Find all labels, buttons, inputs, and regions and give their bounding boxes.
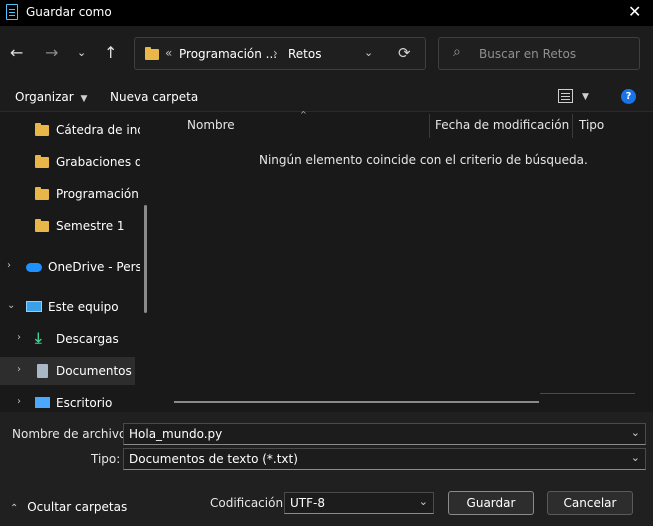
sidebar-item-catedra[interactable]: Cátedra de indu: [0, 116, 140, 144]
search-icon: ⌕: [453, 44, 461, 60]
folder-icon: [35, 155, 49, 168]
folder-icon: [35, 123, 49, 136]
address-bar[interactable]: « Programación ... › Retos ⌄ ⟳: [134, 37, 426, 70]
horizontal-scrollbar[interactable]: [174, 401, 539, 403]
chevron-right-icon[interactable]: ›: [17, 396, 21, 407]
chevron-right-icon[interactable]: ›: [17, 332, 21, 343]
sidebar-item-grabaciones[interactable]: Grabaciones de: [0, 148, 140, 176]
chevron-down-icon[interactable]: ⌄: [631, 451, 640, 464]
sidebar-item-label: Cátedra de indu: [56, 123, 140, 137]
address-dropdown-icon[interactable]: ⌄: [364, 46, 373, 59]
forward-arrow-icon[interactable]: →: [45, 43, 58, 62]
back-arrow-icon[interactable]: ←: [10, 43, 23, 62]
type-label: Tipo:: [91, 452, 121, 466]
filename-label: Nombre de archivo:: [12, 427, 131, 441]
sidebar-item-label: Semestre 1: [56, 219, 125, 233]
sidebar-scrollbar[interactable]: [144, 205, 147, 313]
view-options-icon[interactable]: [558, 89, 573, 103]
breadcrumb-programacion[interactable]: Programación ...: [179, 47, 277, 61]
help-icon[interactable]: ?: [621, 89, 636, 104]
hide-folders-label: Ocultar carpetas: [27, 500, 128, 514]
chevron-up-icon: ⌃: [10, 503, 19, 514]
notepad-icon: [6, 4, 18, 20]
document-icon: [37, 364, 48, 378]
organize-button[interactable]: Organizar ▼: [15, 90, 87, 104]
sidebar-item-label: Programación d: [56, 187, 140, 201]
breadcrumb-separator: ›: [273, 46, 278, 60]
sidebar-item-label: Este equipo: [48, 300, 119, 314]
recent-locations-chevron-icon[interactable]: ⌄: [77, 46, 86, 59]
empty-results-message: Ningún elemento coincide con el criterio…: [259, 153, 588, 167]
folder-icon: [35, 219, 49, 232]
address-overflow-chevron[interactable]: «: [165, 46, 172, 60]
sidebar-item-label: Descargas: [56, 332, 119, 346]
up-arrow-icon[interactable]: ↑: [104, 43, 117, 62]
search-box[interactable]: ⌕ Buscar en Retos: [438, 37, 640, 70]
new-folder-button[interactable]: Nueva carpeta: [110, 90, 198, 104]
filename-value: Hola_mundo.py: [129, 427, 223, 441]
breadcrumb-retos[interactable]: Retos: [288, 47, 321, 61]
computer-icon: [26, 301, 42, 312]
cancel-button[interactable]: Cancelar: [547, 491, 633, 515]
refresh-icon[interactable]: ⟳: [398, 44, 411, 62]
encoding-label: Codificación:: [210, 496, 288, 510]
column-divider[interactable]: [429, 114, 430, 138]
view-dropdown-icon[interactable]: ▼: [582, 92, 589, 102]
caret-down-icon: ▼: [80, 94, 88, 104]
folder-icon: [35, 187, 49, 200]
sidebar-item-label: Grabaciones de: [56, 155, 140, 169]
column-header-date[interactable]: Fecha de modificación: [435, 118, 569, 132]
chevron-right-icon[interactable]: ›: [17, 364, 21, 375]
sidebar-item-semestre[interactable]: Semestre 1: [0, 212, 140, 240]
close-icon[interactable]: ✕: [628, 2, 641, 21]
type-select[interactable]: Documentos de texto (*.txt) ⌄: [123, 448, 646, 470]
sort-ascending-icon: ^: [300, 110, 307, 119]
command-bar: [0, 82, 653, 112]
sidebar-item-label: Escritorio: [56, 396, 113, 410]
sidebar-item-descargas[interactable]: › ⤓ Descargas: [0, 325, 140, 353]
download-icon: ⤓: [35, 329, 42, 347]
column-header-name[interactable]: Nombre: [187, 118, 235, 132]
chevron-right-icon[interactable]: ›: [7, 260, 11, 271]
list-divider: [540, 393, 635, 394]
sidebar-item-label: Documentos: [56, 364, 132, 378]
filename-input[interactable]: Hola_mundo.py ⌄: [123, 423, 646, 445]
cloud-icon: [26, 263, 42, 272]
sidebar-item-este-equipo[interactable]: ⌄ Este equipo: [0, 293, 140, 321]
navigation-pane: Cátedra de indu Grabaciones de Programac…: [0, 112, 157, 412]
sidebar-item-escritorio[interactable]: › Escritorio: [0, 389, 140, 412]
organize-label: Organizar: [15, 90, 74, 104]
column-divider[interactable]: [572, 114, 573, 138]
save-button[interactable]: Guardar: [448, 491, 534, 515]
chevron-down-icon[interactable]: ⌄: [631, 426, 640, 439]
sidebar-item-documentos[interactable]: › Documentos: [0, 357, 135, 385]
chevron-down-icon[interactable]: ⌄: [419, 495, 428, 508]
encoding-select[interactable]: UTF-8 ⌄: [284, 492, 434, 514]
hide-folders-button[interactable]: ⌃ Ocultar carpetas: [10, 500, 127, 514]
search-input[interactable]: Buscar en Retos: [479, 47, 576, 61]
type-value: Documentos de texto (*.txt): [129, 452, 298, 466]
column-header-type[interactable]: Tipo: [579, 118, 604, 132]
window-title: Guardar como: [26, 5, 112, 19]
folder-icon: [145, 47, 159, 60]
sidebar-item-onedrive[interactable]: › OneDrive - Perso: [0, 253, 140, 281]
sidebar-item-label: OneDrive - Perso: [48, 260, 140, 274]
desktop-icon: [35, 397, 50, 408]
sidebar-item-programacion[interactable]: Programación d: [0, 180, 140, 208]
chevron-down-icon[interactable]: ⌄: [7, 300, 15, 311]
encoding-value: UTF-8: [290, 496, 325, 510]
